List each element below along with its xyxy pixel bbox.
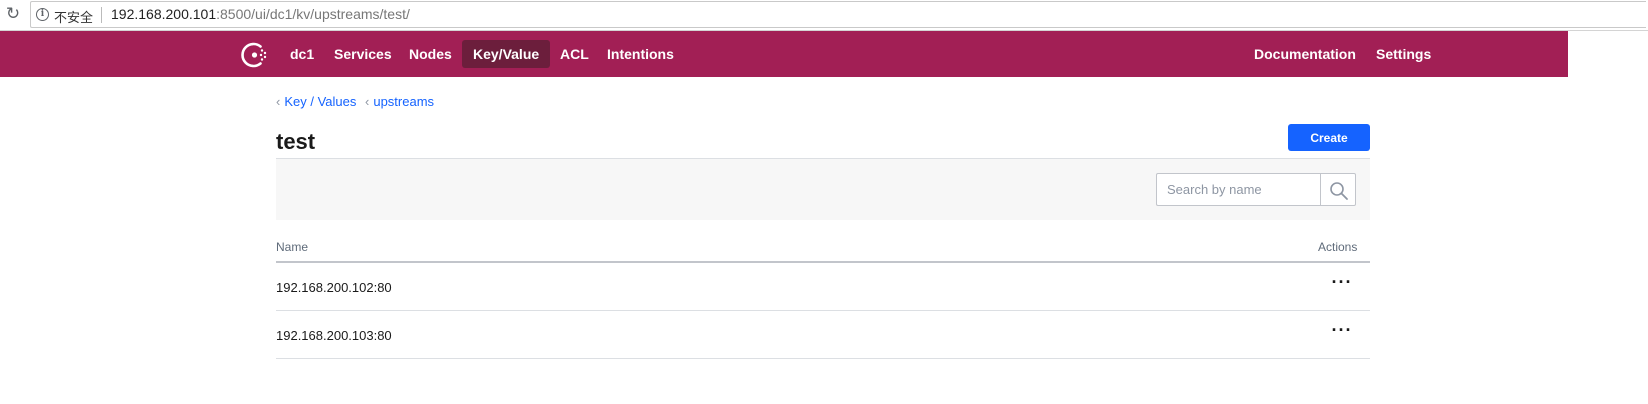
table-row[interactable]: 192.168.200.102:80 ··· — [276, 263, 1370, 311]
kv-name[interactable]: 192.168.200.102:80 — [276, 280, 392, 295]
nav-nodes[interactable]: Nodes — [398, 40, 463, 68]
url-path: :8500/ui/dc1/kv/upstreams/test/ — [216, 6, 410, 22]
actions-menu-icon[interactable]: ··· — [1328, 321, 1356, 347]
table-row[interactable]: 192.168.200.103:80 ··· — [276, 311, 1370, 359]
nav-services[interactable]: Services — [323, 40, 403, 68]
page-title: test — [276, 129, 316, 154]
address-divider — [101, 7, 102, 23]
nav-key-value[interactable]: Key/Value — [462, 40, 551, 68]
column-header-name[interactable]: Name — [276, 240, 308, 254]
search-icon — [1330, 182, 1348, 200]
breadcrumb: ‹ Key / Values ‹ upstreams — [276, 94, 439, 109]
chevron-left-icon: ‹ — [276, 94, 281, 109]
search-button[interactable] — [1320, 173, 1356, 206]
top-nav: dc1 Services Nodes Key/Value ACL Intenti… — [0, 31, 1568, 77]
filter-bar — [276, 159, 1370, 220]
nav-documentation[interactable]: Documentation — [1243, 40, 1367, 68]
url-text[interactable]: 192.168.200.101:8500/ui/dc1/kv/upstreams… — [111, 6, 410, 22]
column-header-actions: Actions — [1318, 240, 1358, 254]
info-icon[interactable]: i — [36, 8, 49, 21]
nav-datacenter[interactable]: dc1 — [279, 40, 325, 68]
address-bar[interactable]: i 不安全 192.168.200.101:8500/ui/dc1/kv/ups… — [30, 1, 1646, 28]
breadcrumb-upstreams[interactable]: upstreams — [373, 94, 434, 109]
search-input[interactable] — [1156, 173, 1320, 206]
reload-icon[interactable]: ↻ — [4, 5, 22, 23]
consul-logo-icon[interactable] — [241, 41, 269, 69]
breadcrumb-key-values[interactable]: Key / Values — [284, 94, 356, 109]
url-host: 192.168.200.101 — [111, 6, 217, 22]
nav-settings[interactable]: Settings — [1365, 40, 1442, 68]
nav-acl[interactable]: ACL — [549, 40, 600, 68]
chevron-left-icon: ‹ — [365, 94, 370, 109]
browser-toolbar: ↻ i 不安全 192.168.200.101:8500/ui/dc1/kv/u… — [0, 0, 1648, 31]
kv-name[interactable]: 192.168.200.103:80 — [276, 328, 392, 343]
nav-intentions[interactable]: Intentions — [596, 40, 685, 68]
actions-menu-icon[interactable]: ··· — [1328, 273, 1356, 299]
create-button[interactable]: Create — [1288, 124, 1370, 151]
insecure-label[interactable]: 不安全 — [54, 7, 93, 26]
